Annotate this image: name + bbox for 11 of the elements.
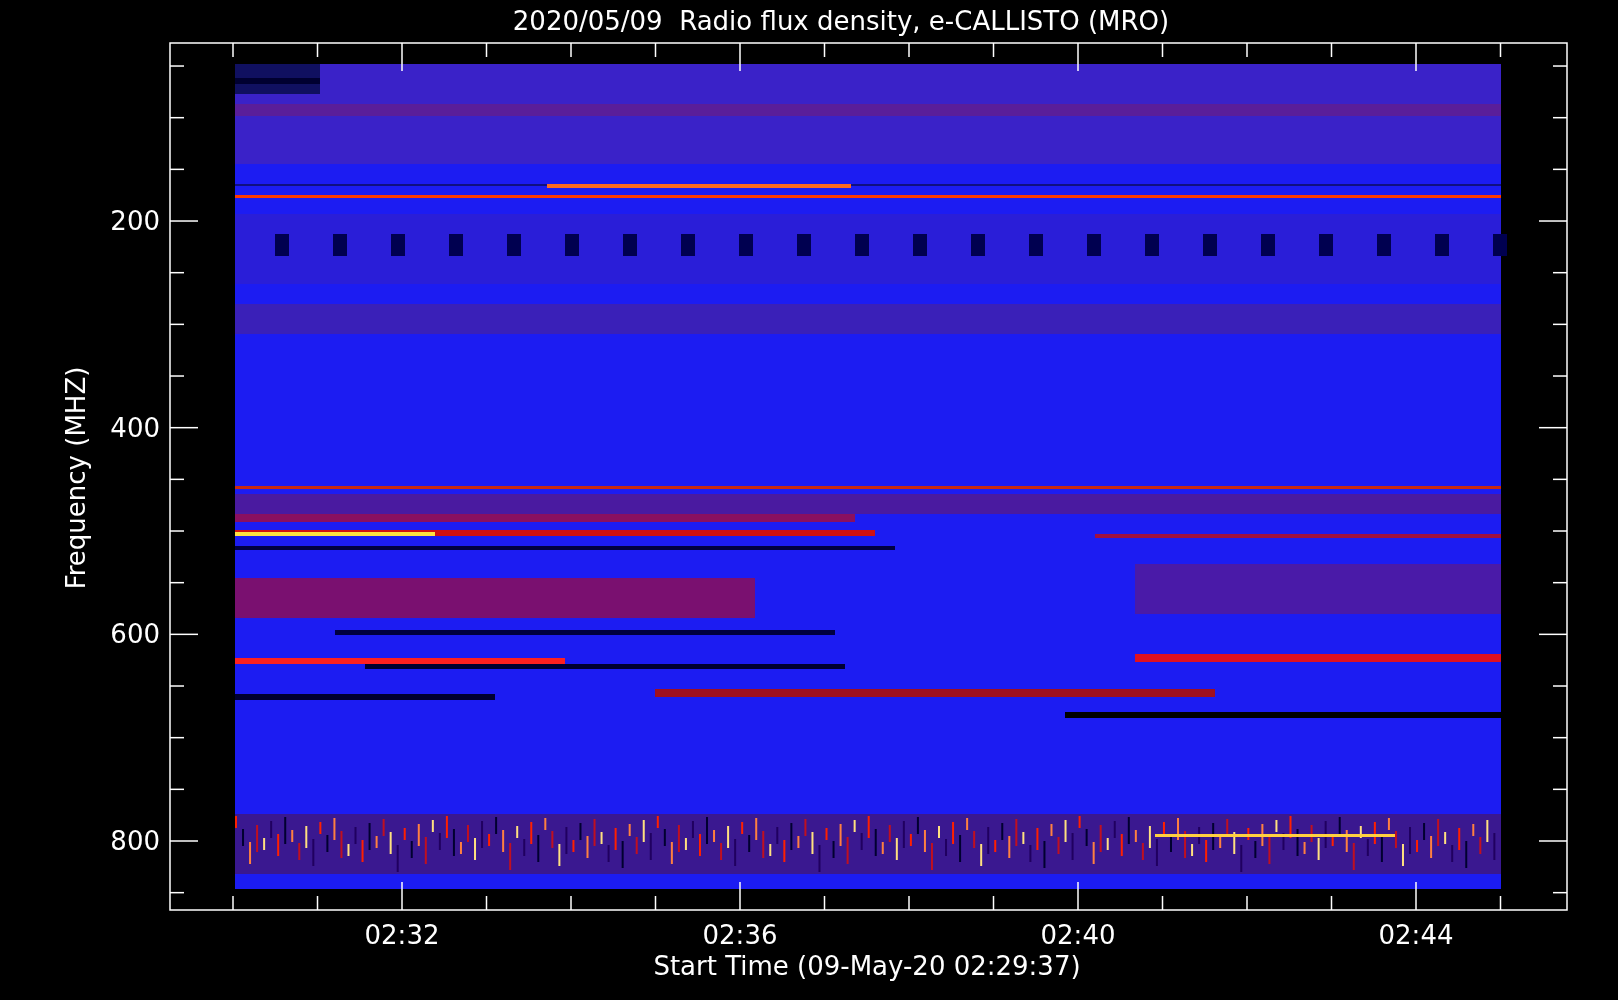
x-tick-label: 02:32 [364,920,440,950]
x-tick-label: 02:40 [1040,920,1116,950]
y-tick-label: 400 [110,412,160,443]
y-tick-label: 800 [110,826,160,856]
y-tick-label: 600 [110,619,160,650]
y-tick-label: 200 [110,206,160,236]
x-axis-label: Start Time (09-May-20 02:29:37) [653,951,1081,981]
x-tick-label: 02:36 [702,920,778,950]
chart-title: 2020/05/09 Radio flux density, e-CALLISTO (MRO) [512,6,1170,36]
y-axis-label: Frequency (MHZ) [61,366,91,590]
x-tick-label: 02:44 [1378,920,1454,950]
